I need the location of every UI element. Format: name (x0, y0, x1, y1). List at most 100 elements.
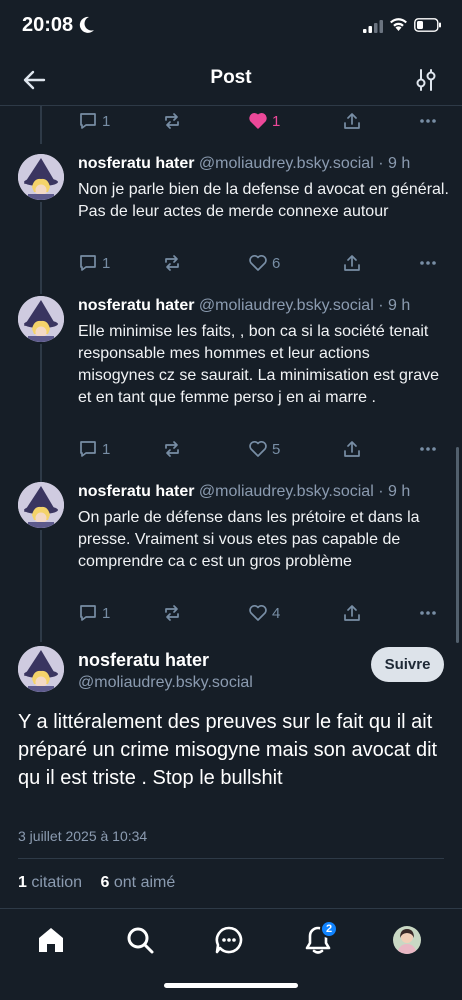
repost-icon (165, 441, 179, 457)
post-actions: 1 4 (78, 601, 448, 625)
repost-button[interactable] (162, 601, 182, 625)
post-time: · 9 h (378, 155, 411, 172)
post-text: On parle de défense dans les prétoire et… (78, 509, 420, 570)
avatar[interactable] (18, 482, 64, 528)
reply-count: 1 (102, 604, 111, 622)
reply-button[interactable]: 1 (78, 601, 110, 625)
wifi-icon (390, 18, 407, 31)
scrollbar[interactable] (456, 447, 459, 643)
reply-count: 1 (102, 254, 111, 272)
share-icon (344, 255, 360, 271)
heart-icon (249, 604, 267, 621)
more-icon (420, 611, 436, 615)
follow-button[interactable]: Suivre (371, 647, 444, 682)
like-count: 1 (272, 112, 281, 130)
post-actions: 1 5 (78, 437, 448, 461)
thread-line (40, 106, 42, 144)
like-total: 6 (100, 874, 110, 891)
like-count: 4 (272, 604, 281, 622)
share-icon (344, 441, 360, 457)
filter-icon[interactable] (413, 67, 439, 93)
like-button[interactable]: 1 (248, 109, 280, 133)
more-icon (420, 261, 436, 265)
post-header: nosferatu hater @moliaudrey.bsky.social … (78, 154, 448, 174)
author-handle[interactable]: @moliaudrey.bsky.social (199, 155, 374, 172)
reply-button[interactable]: 1 (78, 109, 110, 133)
home-indicator (164, 983, 298, 988)
chat-icon[interactable] (214, 925, 244, 955)
author-handle[interactable]: @moliaudrey.bsky.social (199, 297, 374, 314)
header: Post (0, 54, 462, 106)
like-label: ont aimé (113, 874, 176, 891)
reply-post[interactable]: nosferatu hater @moliaudrey.bsky.social … (0, 482, 462, 600)
main-post-text: Y a littéralement des preuves sur le fai… (18, 711, 438, 789)
like-button[interactable]: 4 (248, 601, 280, 625)
more-button[interactable] (418, 601, 438, 625)
reply-count: 1 (102, 112, 111, 130)
share-button[interactable] (342, 437, 362, 461)
repost-icon (165, 255, 179, 271)
post-time: · 9 h (378, 483, 411, 500)
notification-badge: 2 (320, 920, 338, 938)
reply-icon (80, 441, 96, 457)
reply-post[interactable]: nosferatu hater @moliaudrey.bsky.social … (0, 296, 462, 436)
profile-avatar[interactable] (393, 926, 421, 954)
main-author-name[interactable]: nosferatu hater (78, 650, 209, 671)
avatar[interactable] (18, 296, 64, 342)
author-name[interactable]: nosferatu hater (78, 297, 194, 314)
quote-label: citation (31, 874, 83, 891)
share-button[interactable] (342, 601, 362, 625)
page-title: Post (210, 67, 252, 88)
divider (18, 858, 444, 859)
author-handle[interactable]: @moliaudrey.bsky.social (199, 483, 374, 500)
post-header: nosferatu hater @moliaudrey.bsky.social … (78, 296, 448, 316)
author-name[interactable]: nosferatu hater (78, 483, 194, 500)
like-button[interactable]: 6 (248, 251, 280, 275)
post-stats: 1 citation 6 ont aimé (18, 874, 189, 892)
post-time: · 9 h (378, 297, 411, 314)
reply-button[interactable]: 1 (78, 251, 110, 275)
avatar[interactable] (18, 646, 64, 692)
main-author-handle[interactable]: @moliaudrey.bsky.social (78, 674, 253, 692)
more-button[interactable] (418, 109, 438, 133)
post-actions: 1 6 (78, 251, 448, 275)
more-icon (420, 119, 436, 123)
share-button[interactable] (342, 251, 362, 275)
heart-icon (249, 254, 267, 271)
status-bar: 20:08 (0, 0, 462, 54)
post-text: Elle minimise les faits, , bon ca si la … (78, 323, 440, 406)
reply-icon (80, 605, 96, 621)
post-header: nosferatu hater @moliaudrey.bsky.social … (78, 482, 448, 502)
battery-icon (414, 18, 441, 32)
repost-button[interactable] (162, 437, 182, 461)
search-icon[interactable] (125, 925, 155, 955)
status-time: 20:08 (22, 14, 74, 36)
like-stat[interactable]: 6 ont aimé (101, 874, 176, 891)
post-text: Non je parle bien de la defense d avocat… (78, 181, 449, 220)
share-icon (344, 605, 360, 621)
avatar[interactable] (18, 154, 64, 200)
post-actions: 1 1 (78, 109, 448, 133)
home-icon[interactable] (36, 925, 66, 955)
quote-count: 1 (18, 874, 27, 891)
author-name[interactable]: nosferatu hater (78, 155, 194, 172)
like-button[interactable]: 5 (248, 437, 280, 461)
like-count: 6 (272, 254, 281, 272)
more-button[interactable] (418, 251, 438, 275)
heart-icon (249, 440, 267, 457)
moon-icon (79, 16, 94, 33)
repost-button[interactable] (162, 109, 182, 133)
post-timestamp: 3 juillet 2025 à 10:34 (18, 828, 148, 844)
repost-icon (165, 605, 179, 621)
signal-icon (363, 20, 383, 33)
more-button[interactable] (418, 437, 438, 461)
reply-button[interactable]: 1 (78, 437, 110, 461)
share-button[interactable] (342, 109, 362, 133)
quote-stat[interactable]: 1 citation (18, 874, 82, 891)
reply-icon (80, 255, 96, 271)
repost-icon (165, 113, 179, 129)
repost-button[interactable] (162, 251, 182, 275)
like-count: 5 (272, 440, 281, 458)
heart-icon (249, 113, 267, 129)
reply-count: 1 (102, 440, 111, 458)
